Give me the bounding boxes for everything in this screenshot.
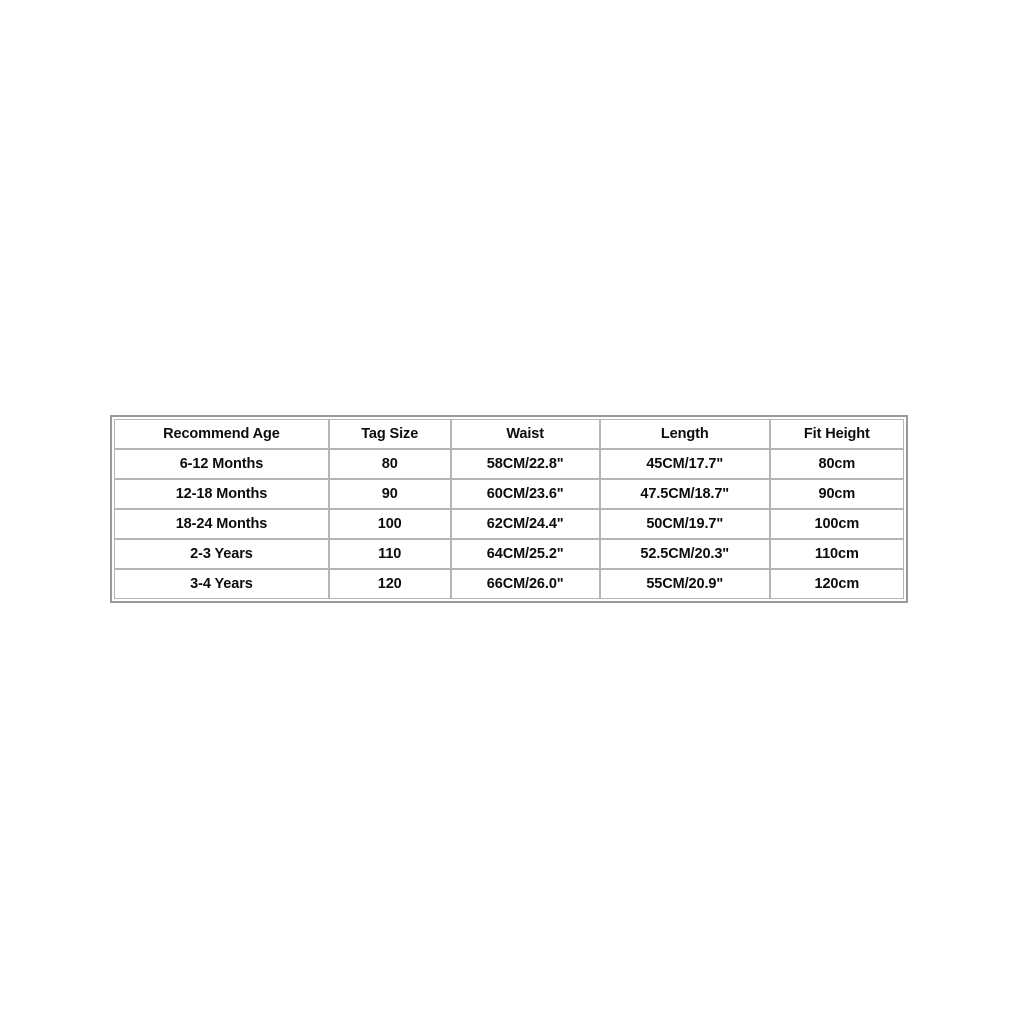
table-header-row: Recommend Age Tag Size Waist Length Fit … [114, 419, 904, 449]
cell-recommend-age: 18-24 Months [114, 509, 329, 539]
column-header-waist: Waist [450, 419, 600, 449]
cell-fit-height: 90cm [769, 479, 904, 509]
cell-fit-height: 80cm [769, 449, 904, 479]
cell-length: 47.5CM/18.7" [599, 479, 770, 509]
cell-length: 45CM/17.7" [599, 449, 770, 479]
size-chart-table: Recommend Age Tag Size Waist Length Fit … [114, 419, 904, 599]
table-row: 6-12 Months 80 58CM/22.8" 45CM/17.7" 80c… [114, 449, 904, 479]
cell-waist: 62CM/24.4" [450, 509, 600, 539]
cell-length: 55CM/20.9" [599, 569, 770, 599]
cell-fit-height: 100cm [769, 509, 904, 539]
cell-tag-size: 80 [328, 449, 451, 479]
table-row: 2-3 Years 110 64CM/25.2" 52.5CM/20.3" 11… [114, 539, 904, 569]
column-header-fit-height: Fit Height [769, 419, 904, 449]
cell-tag-size: 90 [328, 479, 451, 509]
column-header-tag-size: Tag Size [328, 419, 451, 449]
cell-recommend-age: 12-18 Months [114, 479, 329, 509]
cell-tag-size: 100 [328, 509, 451, 539]
cell-length: 50CM/19.7" [599, 509, 770, 539]
table-row: 12-18 Months 90 60CM/23.6" 47.5CM/18.7" … [114, 479, 904, 509]
cell-tag-size: 110 [328, 539, 451, 569]
table-row: 18-24 Months 100 62CM/24.4" 50CM/19.7" 1… [114, 509, 904, 539]
size-chart-body: 6-12 Months 80 58CM/22.8" 45CM/17.7" 80c… [114, 449, 904, 599]
cell-recommend-age: 2-3 Years [114, 539, 329, 569]
size-chart-container: Recommend Age Tag Size Waist Length Fit … [110, 415, 908, 603]
cell-waist: 60CM/23.6" [450, 479, 600, 509]
cell-waist: 58CM/22.8" [450, 449, 600, 479]
cell-length: 52.5CM/20.3" [599, 539, 770, 569]
column-header-length: Length [599, 419, 770, 449]
column-header-recommend-age: Recommend Age [114, 419, 329, 449]
cell-tag-size: 120 [328, 569, 451, 599]
cell-recommend-age: 3-4 Years [114, 569, 329, 599]
cell-fit-height: 120cm [769, 569, 904, 599]
cell-waist: 66CM/26.0" [450, 569, 600, 599]
table-row: 3-4 Years 120 66CM/26.0" 55CM/20.9" 120c… [114, 569, 904, 599]
cell-waist: 64CM/25.2" [450, 539, 600, 569]
cell-recommend-age: 6-12 Months [114, 449, 329, 479]
cell-fit-height: 110cm [769, 539, 904, 569]
size-chart-header: Recommend Age Tag Size Waist Length Fit … [114, 419, 904, 449]
